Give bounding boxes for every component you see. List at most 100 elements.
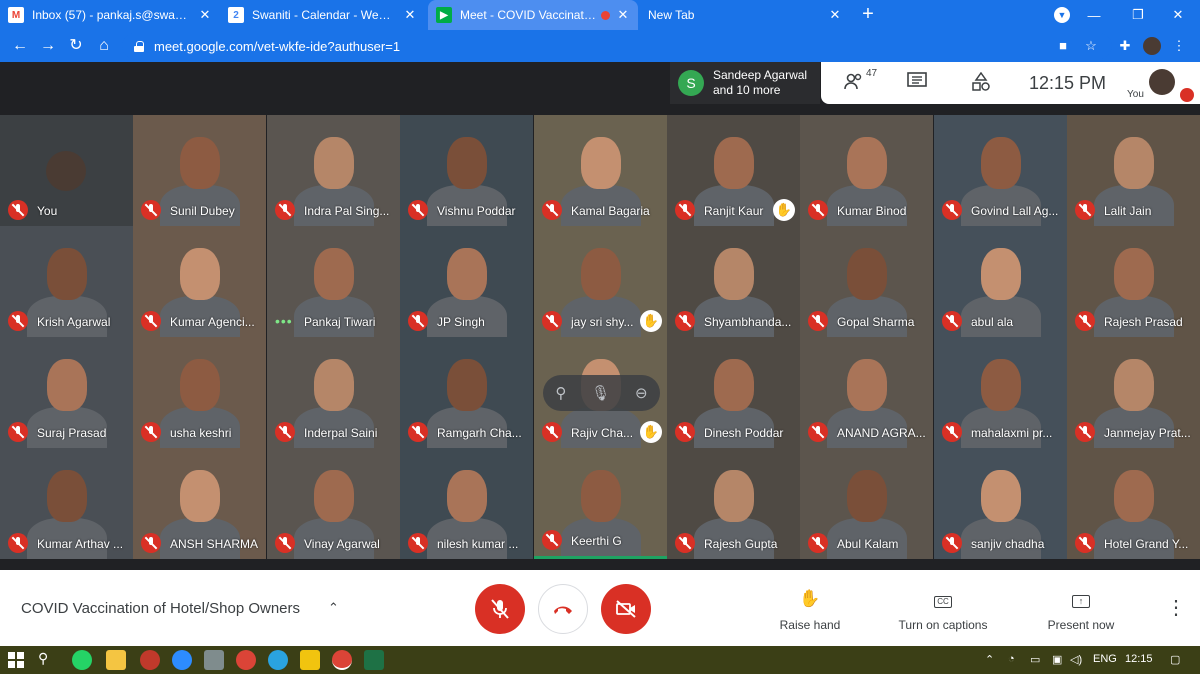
- participant-tile[interactable]: Kamal Bagaria: [534, 115, 667, 226]
- file-explorer-icon[interactable]: [106, 650, 126, 670]
- maximize-icon[interactable]: ❐: [1116, 0, 1160, 30]
- chrome-active-icon[interactable]: [332, 650, 352, 670]
- app-icon[interactable]: [140, 650, 160, 670]
- bookmark-star-icon[interactable]: ☆: [1082, 37, 1100, 55]
- monitor-icon[interactable]: ▣: [1052, 653, 1062, 666]
- taskbar-clock[interactable]: 12:15: [1125, 653, 1153, 665]
- more-options-icon[interactable]: ⋮: [1166, 598, 1186, 618]
- chat-icon[interactable]: [907, 72, 927, 94]
- participant-tile[interactable]: Keerthi G: [534, 448, 667, 559]
- activities-icon[interactable]: [971, 71, 991, 94]
- participant-tile[interactable]: Krish Agarwal: [0, 226, 133, 337]
- mic-toggle-button[interactable]: [475, 584, 525, 634]
- participant-tile[interactable]: Lalit Jain: [1067, 115, 1200, 226]
- participant-tile[interactable]: sanjiv chadha: [934, 448, 1067, 559]
- participant-tile[interactable]: Inderpal Saini: [267, 337, 400, 448]
- participant-tile[interactable]: mahalaxmi pr...: [934, 337, 1067, 448]
- tab-inbox[interactable]: M Inbox (57) - pankaj.s@swaniti.in ✕: [0, 0, 220, 30]
- tab-calendar[interactable]: 2 Swaniti - Calendar - Wednesday, ✕: [220, 0, 425, 30]
- close-icon[interactable]: ✕: [198, 7, 212, 23]
- reload-icon[interactable]: ↻: [66, 36, 86, 56]
- whatsapp-icon[interactable]: [72, 650, 92, 670]
- mic-off-icon: [1075, 422, 1095, 442]
- notifications-icon[interactable]: ▢: [1170, 653, 1180, 666]
- chrome-icon[interactable]: [236, 650, 256, 670]
- raise-hand-button[interactable]: ✋ Raise hand: [755, 588, 865, 632]
- participant-tile[interactable]: Rajesh Prasad: [1067, 226, 1200, 337]
- minimize-icon[interactable]: —: [1072, 0, 1116, 30]
- participant-tile[interactable]: usha keshri: [133, 337, 266, 448]
- forward-icon[interactable]: →: [38, 36, 58, 56]
- participant-tile[interactable]: Vishnu Poddar: [400, 115, 533, 226]
- participant-tile[interactable]: Ranjit Kaur ✋: [667, 115, 800, 226]
- close-icon[interactable]: ✕: [828, 7, 842, 23]
- extensions-icon[interactable]: ✚: [1116, 37, 1134, 55]
- participant-tile[interactable]: Shyambhanda...: [667, 226, 800, 337]
- camera-icon[interactable]: ■: [1054, 37, 1072, 55]
- windows-start-icon[interactable]: [8, 652, 24, 668]
- participant-tile[interactable]: Janmejay Prat...: [1067, 337, 1200, 448]
- participant-tile[interactable]: You: [0, 115, 133, 226]
- search-icon[interactable]: ⚲: [38, 650, 58, 670]
- profile-avatar[interactable]: [1143, 37, 1161, 55]
- mic-off-icon[interactable]: 🎙: [591, 384, 610, 402]
- tab-meet[interactable]: ▶ Meet - COVID Vaccination of ✕: [428, 0, 638, 30]
- participant-tile[interactable]: jay sri shy... ✋: [534, 226, 667, 337]
- new-tab-button[interactable]: +: [858, 4, 878, 24]
- participant-tile[interactable]: Gopal Sharma: [800, 226, 933, 337]
- participant-tile[interactable]: ANSH SHARMA: [133, 448, 266, 559]
- participant-tile[interactable]: Suraj Prasad: [0, 337, 133, 448]
- self-avatar[interactable]: [1149, 69, 1175, 95]
- menu-icon[interactable]: ⋮: [1170, 37, 1188, 55]
- mic-off-icon: [408, 311, 428, 331]
- participant-tile[interactable]: Hotel Grand Y...: [1067, 448, 1200, 559]
- participant-tile[interactable]: Kumar Binod: [800, 115, 933, 226]
- raised-hand-icon: ✋: [640, 310, 662, 332]
- participant-name: Vishnu Poddar: [437, 204, 516, 218]
- participant-tile[interactable]: Govind Lall Ag...: [934, 115, 1067, 226]
- back-icon[interactable]: ←: [10, 36, 30, 56]
- participant-tile[interactable]: Rajesh Gupta: [667, 448, 800, 559]
- captions-button[interactable]: CC Turn on captions: [888, 588, 998, 632]
- tab-new[interactable]: New Tab ✕: [640, 0, 850, 30]
- mic-off-icon: [942, 200, 962, 220]
- participant-tile[interactable]: Kumar Arthav ...: [0, 448, 133, 559]
- wifi-icon[interactable]: ◔: [1008, 653, 1015, 665]
- participant-tile[interactable]: Abul Kalam: [800, 448, 933, 559]
- presenter-chip[interactable]: S Sandeep Agarwal and 10 more: [670, 62, 820, 104]
- close-icon[interactable]: ✕: [403, 7, 417, 23]
- excel-icon[interactable]: [364, 650, 384, 670]
- participant-tile[interactable]: ANAND AGRA...: [800, 337, 933, 448]
- chevron-up-icon[interactable]: ⌃: [328, 600, 342, 615]
- telegram-icon[interactable]: [268, 650, 288, 670]
- participant-tile[interactable]: Sunil Dubey: [133, 115, 266, 226]
- participant-tile[interactable]: Ramgarh Cha...: [400, 337, 533, 448]
- participant-tile[interactable]: Dinesh Poddar: [667, 337, 800, 448]
- participant-tile[interactable]: Kumar Agenci...: [133, 226, 266, 337]
- sticky-notes-icon[interactable]: [300, 650, 320, 670]
- address-bar[interactable]: meet.google.com/vet-wkfe-ide?authuser=1: [122, 33, 1112, 59]
- volume-icon[interactable]: ◁): [1070, 653, 1082, 666]
- close-icon[interactable]: ✕: [616, 7, 630, 23]
- window-close-icon[interactable]: ✕: [1156, 0, 1200, 30]
- participant-name: Sunil Dubey: [170, 204, 235, 218]
- present-now-button[interactable]: ↑ Present now: [1026, 588, 1136, 632]
- participant-tile[interactable]: nilesh kumar ...: [400, 448, 533, 559]
- people-icon[interactable]: 47: [843, 68, 877, 94]
- leave-call-button[interactable]: [538, 584, 588, 634]
- participant-tile[interactable]: Indra Pal Sing...: [267, 115, 400, 226]
- calculator-icon[interactable]: [204, 650, 224, 670]
- home-icon[interactable]: ⌂: [94, 36, 114, 56]
- zoom-icon[interactable]: [172, 650, 192, 670]
- remove-icon[interactable]: ⊖: [635, 384, 648, 402]
- participant-name: Kumar Binod: [837, 204, 907, 218]
- participant-tile[interactable]: Vinay Agarwal: [267, 448, 400, 559]
- pin-icon[interactable]: ⚲: [555, 384, 566, 402]
- participant-tile[interactable]: ••• Pankaj Tiwari: [267, 226, 400, 337]
- battery-icon[interactable]: ▭: [1030, 653, 1040, 666]
- participant-tile[interactable]: abul ala: [934, 226, 1067, 337]
- camera-toggle-button[interactable]: [601, 584, 651, 634]
- language-indicator[interactable]: ENG: [1093, 653, 1117, 665]
- participant-tile[interactable]: JP Singh: [400, 226, 533, 337]
- tray-chevron-icon[interactable]: ⌃: [985, 653, 994, 666]
